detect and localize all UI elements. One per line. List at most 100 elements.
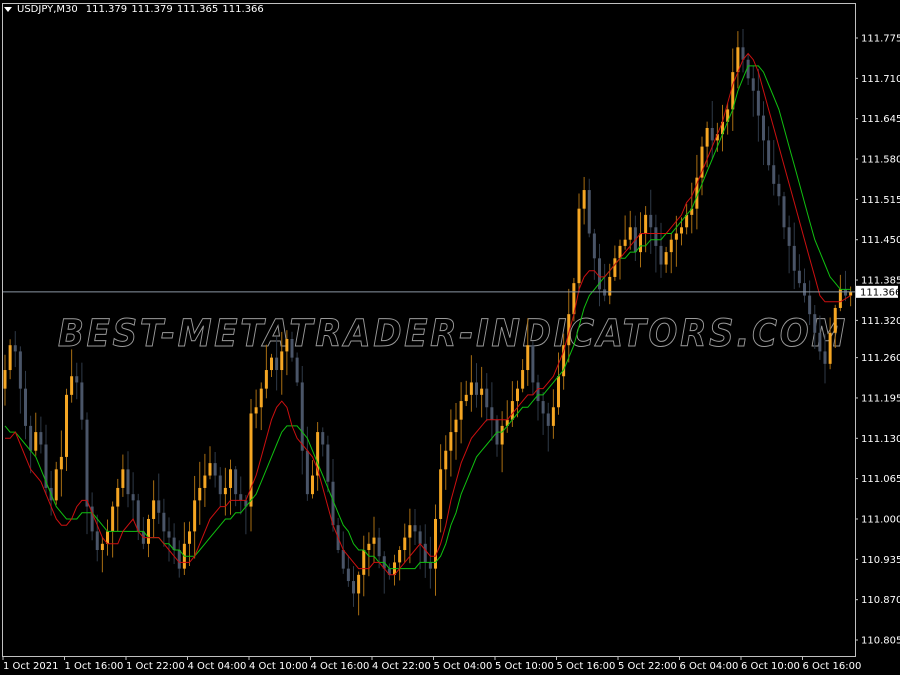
candle: [218, 467, 222, 508]
candle-body: [203, 475, 207, 488]
candle: [321, 427, 325, 457]
candle-body: [162, 512, 166, 532]
candle: [454, 403, 458, 460]
candle: [741, 29, 745, 73]
candle: [797, 254, 801, 288]
candle-body: [833, 307, 837, 333]
candle: [326, 435, 330, 493]
candle-body: [167, 531, 171, 538]
candle-body: [787, 227, 791, 246]
candle-body: [234, 469, 238, 495]
candle: [203, 453, 207, 507]
price-tick-label: 110.870: [861, 595, 900, 606]
candle: [756, 68, 760, 142]
candle-body: [628, 227, 632, 240]
candle-body: [664, 252, 668, 265]
candle-body: [54, 469, 58, 501]
candle-body: [295, 357, 299, 383]
candle-body: [828, 332, 832, 364]
candle: [654, 214, 658, 273]
candle-body: [326, 444, 330, 482]
candle-body: [290, 339, 294, 358]
candle-body: [454, 419, 458, 433]
price-tick-label: 111.385: [861, 276, 900, 287]
candle: [469, 355, 473, 412]
price-tick-label: 111.450: [861, 235, 900, 246]
candle: [249, 399, 253, 532]
candle-body: [126, 469, 130, 495]
candle: [198, 461, 202, 525]
candle: [541, 392, 545, 435]
candle: [126, 451, 130, 508]
candle-body: [500, 425, 504, 445]
candle-body: [75, 376, 79, 383]
candle-body: [705, 127, 709, 147]
price-tick-label: 111.320: [861, 316, 900, 327]
candle: [295, 352, 299, 387]
candle: [121, 454, 125, 497]
candle-body: [193, 500, 197, 532]
candle-body: [147, 518, 150, 544]
candle-body: [223, 487, 227, 495]
candle: [485, 373, 489, 422]
candle-body: [275, 357, 279, 371]
candle-body: [321, 432, 325, 445]
candle: [736, 31, 740, 89]
candle-body: [121, 469, 125, 488]
candle: [398, 546, 402, 581]
candle-body: [813, 314, 817, 333]
close-value: 111.366: [222, 4, 264, 15]
candle-body: [34, 432, 38, 451]
candle-body: [844, 289, 847, 296]
candle-body: [551, 407, 555, 426]
time-tick-label: 5 Oct 16:00: [557, 661, 616, 672]
time-tick-label: 1 Oct 22:00: [126, 661, 185, 672]
candle: [777, 174, 781, 206]
candle: [782, 191, 786, 240]
candle: [490, 382, 494, 441]
candle-body: [680, 227, 683, 234]
candle: [603, 263, 607, 302]
candle: [659, 222, 663, 278]
candle: [787, 215, 791, 274]
candle-body: [111, 506, 115, 532]
candle: [300, 366, 304, 475]
candle-body: [357, 574, 361, 594]
candle: [54, 461, 58, 505]
candle-body: [428, 562, 432, 569]
candle-body: [608, 276, 612, 296]
time-axis[interactable]: 1 Oct 2021 1 Oct 16:00 1 Oct 22:00 4 Oct 04…: [2, 656, 861, 672]
time-tick-label: 6 Oct 04:00: [680, 661, 739, 672]
candle: [587, 178, 591, 238]
candle-body: [485, 388, 489, 408]
candle: [495, 415, 499, 457]
dropdown-triangle-icon[interactable]: [4, 7, 12, 12]
price-tick-label: 111.710: [861, 74, 900, 85]
candle: [65, 388, 68, 472]
price-axis[interactable]: 111.775 111.710 111.645 111.580 111.515 111.4…: [855, 34, 900, 647]
candle: [382, 551, 386, 594]
candle-body: [659, 245, 663, 265]
candle: [434, 504, 437, 596]
candle-body: [131, 494, 135, 501]
candle: [311, 460, 314, 499]
time-tick-label: 4 Oct 10:00: [249, 661, 308, 672]
candle: [459, 382, 463, 444]
candle-body: [352, 581, 355, 594]
price-chart[interactable]: BEST-METATRADER-INDICATORS.COM 111.77511…: [0, 0, 900, 675]
candle: [80, 362, 84, 430]
open-value: 111.379: [85, 4, 128, 15]
candle-body: [603, 289, 607, 296]
candle: [623, 215, 627, 250]
candle-body: [510, 401, 514, 420]
candle: [182, 522, 186, 576]
candle-body: [731, 72, 735, 110]
candle-body: [59, 456, 63, 470]
candle-body: [100, 543, 104, 551]
candle-body: [208, 463, 212, 476]
candle-body: [613, 258, 617, 277]
candle: [13, 331, 17, 368]
candle: [464, 380, 468, 407]
candle-body: [464, 394, 468, 402]
candle-body: [516, 388, 519, 402]
